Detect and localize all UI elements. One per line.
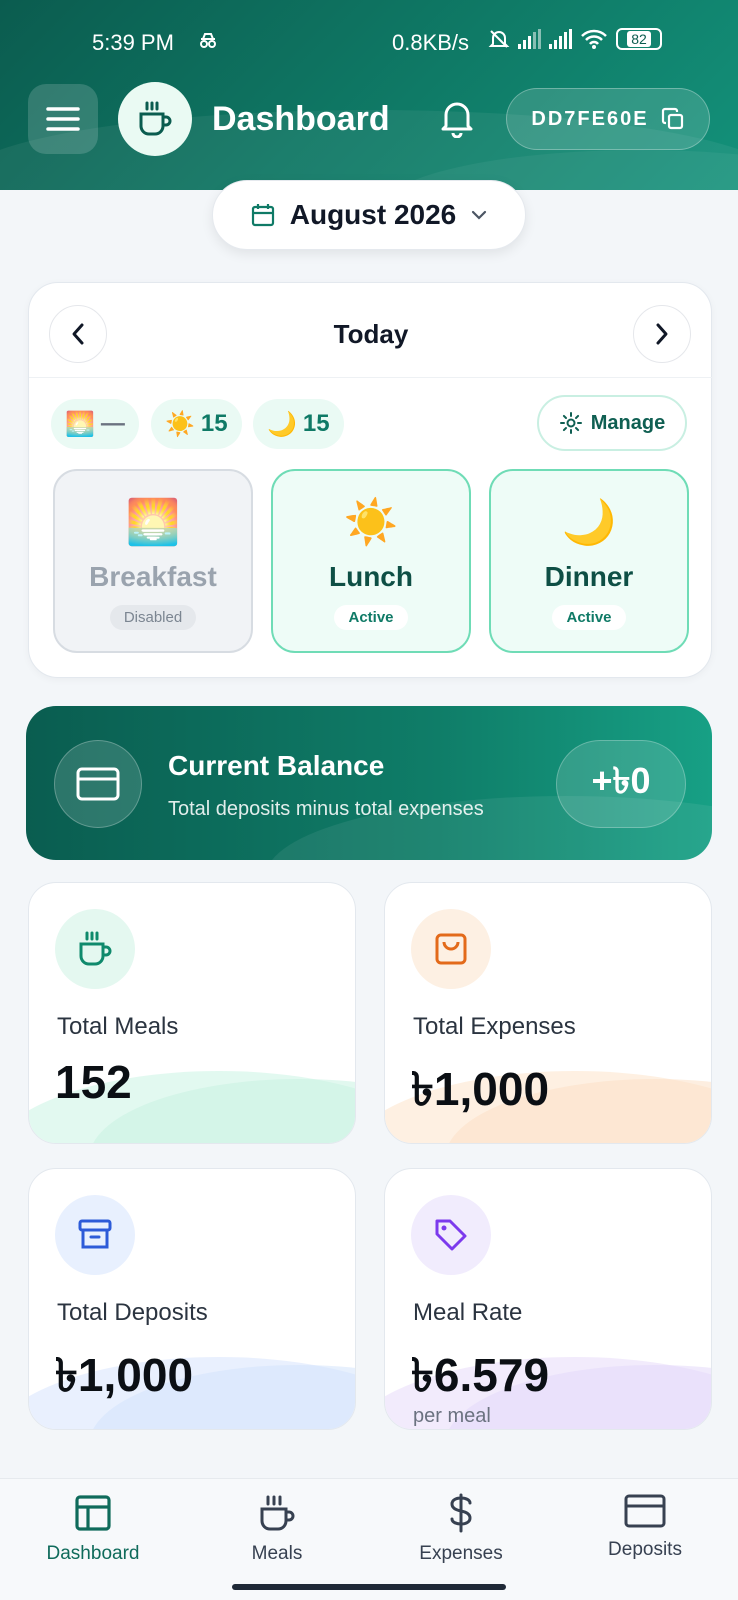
- tab-dashboard[interactable]: Dashboard: [13, 1493, 173, 1565]
- stat-card-total-meals[interactable]: Total Meals 152: [28, 882, 356, 1144]
- manage-label: Manage: [590, 411, 666, 434]
- dinner-count-chip: 🌙 15: [253, 399, 344, 449]
- shopping-bag-icon: [435, 933, 467, 965]
- sunrise-icon: 🌅: [125, 498, 181, 547]
- bottom-navigation: Dashboard Meals Expenses Deposits: [0, 1478, 738, 1600]
- status-badge: Disabled: [109, 605, 197, 630]
- coffee-cup-icon: [139, 101, 172, 136]
- mute-bell-icon: [488, 30, 510, 48]
- stat-icon-wrap: [411, 909, 491, 989]
- month-selector[interactable]: August 2026: [212, 180, 526, 250]
- dashboard-icon: [75, 1495, 111, 1531]
- group-code-copy-button[interactable]: DD7FE60E: [506, 88, 710, 150]
- day-label: Today: [333, 319, 409, 349]
- balance-subtitle: Total deposits minus total expenses: [168, 798, 484, 820]
- battery-icon: 82: [616, 28, 662, 50]
- next-day-button[interactable]: [633, 305, 691, 363]
- sunrise-icon: 🌅: [65, 410, 95, 438]
- meal-name: Dinner: [544, 561, 634, 592]
- status-time: 5:39 PM: [92, 30, 174, 55]
- wallet-card-icon: [76, 767, 120, 801]
- bell-icon: [441, 102, 473, 139]
- stat-value: 152: [55, 1056, 132, 1108]
- tab-label: Meals: [251, 1543, 303, 1564]
- stat-card-total-deposits[interactable]: Total Deposits ৳1,000: [28, 1168, 356, 1430]
- status-icons: 82: [488, 28, 662, 50]
- chip-value: 15: [302, 410, 330, 437]
- balance-icon-wrap: [54, 740, 142, 828]
- stat-label: Total Meals: [57, 1013, 179, 1040]
- stat-label: Total Deposits: [57, 1299, 208, 1326]
- status-badge: Active: [334, 605, 408, 630]
- group-code: DD7FE60E: [531, 107, 649, 130]
- stat-card-meal-rate[interactable]: Meal Rate ৳6.579 per meal: [384, 1168, 712, 1430]
- coffee-cup-icon: [260, 1495, 295, 1531]
- coffee-cup-icon: [79, 931, 112, 966]
- card-divider: [29, 377, 713, 378]
- wifi-icon: [581, 29, 607, 49]
- copy-icon: [661, 107, 683, 130]
- menu-button[interactable]: [28, 84, 98, 154]
- moon-icon: 🌙: [561, 498, 617, 547]
- status-badge: Active: [552, 605, 626, 630]
- meal-name: Lunch: [329, 561, 413, 592]
- chevron-down-icon: [472, 210, 487, 220]
- meal-toggle-lunch[interactable]: ☀️ Lunch Active: [271, 469, 471, 653]
- notifications-button[interactable]: [438, 98, 476, 143]
- today-card: Today 🌅 — ☀️ 15 🌙 15 Manage 🌅 Breakfast …: [28, 282, 713, 678]
- tab-label: Deposits: [608, 1539, 682, 1560]
- sun-icon: ☀️: [343, 498, 399, 547]
- stat-value: ৳1,000: [411, 1063, 550, 1115]
- breakfast-count-chip: 🌅 —: [51, 399, 139, 449]
- page-title: Dashboard: [212, 100, 390, 138]
- tab-label: Expenses: [419, 1543, 503, 1564]
- stat-sublabel: per meal: [413, 1405, 491, 1427]
- hamburger-icon: [46, 107, 80, 131]
- meal-toggle-breakfast[interactable]: 🌅 Breakfast Disabled: [53, 469, 253, 653]
- incognito-icon: [198, 30, 218, 56]
- stat-icon-wrap: [55, 909, 135, 989]
- balance-value: +৳0: [556, 740, 686, 828]
- stat-card-total-expenses[interactable]: Total Expenses ৳1,000: [384, 882, 712, 1144]
- status-bar: 5:39 PM 0.8KB/s 82: [0, 24, 738, 64]
- stat-label: Meal Rate: [413, 1299, 523, 1326]
- gear-icon: [559, 412, 582, 434]
- tab-meals[interactable]: Meals: [197, 1493, 357, 1565]
- manage-button[interactable]: Manage: [537, 395, 687, 451]
- tab-expenses[interactable]: Expenses: [381, 1493, 541, 1565]
- tab-deposits[interactable]: Deposits: [565, 1493, 725, 1561]
- network-speed: 0.8KB/s: [392, 30, 470, 55]
- stat-label: Total Expenses: [413, 1013, 576, 1040]
- card-icon: [624, 1494, 666, 1528]
- home-indicator: [232, 1584, 506, 1590]
- lunch-count-chip: ☀️ 15: [151, 399, 242, 449]
- stat-icon-wrap: [411, 1195, 491, 1275]
- app-logo: [118, 82, 192, 156]
- balance-title: Current Balance: [168, 750, 385, 781]
- tag-icon: [435, 1219, 467, 1251]
- chevron-right-icon: [656, 323, 668, 345]
- stat-value: ৳1,000: [55, 1349, 194, 1401]
- month-label: August 2026: [289, 199, 457, 230]
- meal-name: Breakfast: [89, 561, 217, 592]
- sun-icon: ☀️: [165, 410, 195, 438]
- archive-box-icon: [78, 1219, 112, 1249]
- signal-icon: [518, 29, 541, 49]
- meal-toggle-dinner[interactable]: 🌙 Dinner Active: [489, 469, 689, 653]
- app-header: 5:39 PM 0.8KB/s 82 Dashboard DD7FE60E: [0, 0, 738, 190]
- stat-icon-wrap: [55, 1195, 135, 1275]
- calendar-icon: [251, 204, 274, 227]
- moon-icon: 🌙: [267, 410, 297, 438]
- current-balance-card[interactable]: Current Balance Total deposits minus tot…: [26, 706, 712, 860]
- chip-value: —: [100, 410, 125, 437]
- chip-value: 15: [200, 410, 228, 437]
- tab-label: Dashboard: [46, 1543, 140, 1564]
- signal-icon: [549, 29, 572, 49]
- dollar-icon: [450, 1493, 472, 1533]
